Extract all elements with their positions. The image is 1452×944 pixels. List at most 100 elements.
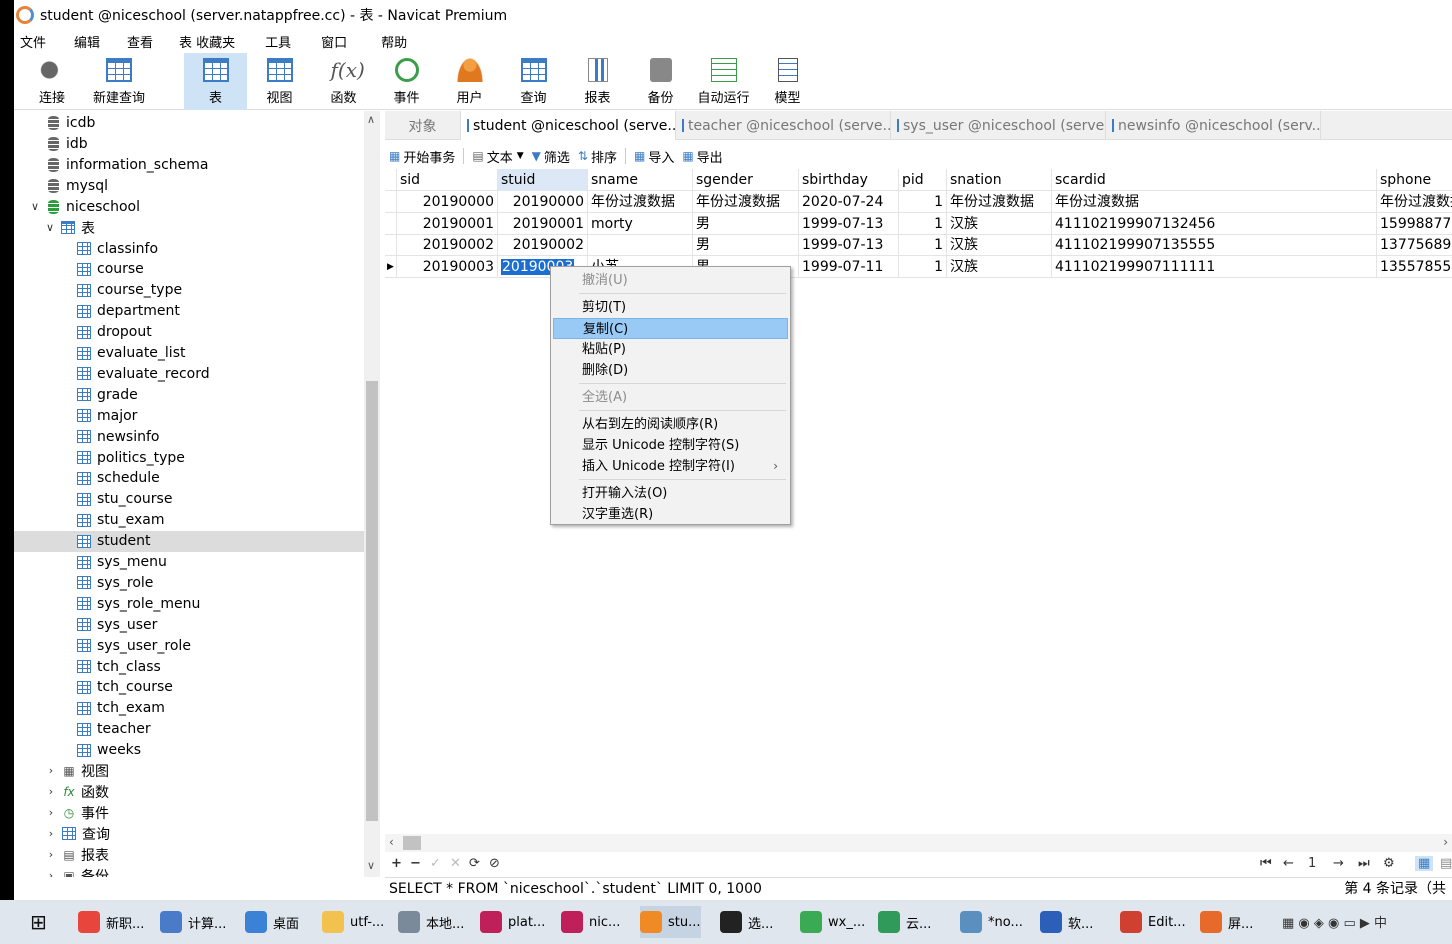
nav-table-sys-user-role[interactable]: sys_user_role [14, 635, 364, 656]
nav-db-information-schema[interactable]: information_schema [14, 154, 364, 175]
cell-sname[interactable] [588, 234, 693, 257]
cell-scardid[interactable]: 411102199907132456 [1052, 212, 1377, 235]
menu-edit[interactable]: 编辑 [70, 32, 100, 51]
begin-transaction-button[interactable]: ▦ 开始事务 [389, 147, 455, 166]
cell-sid[interactable]: 20190002 [397, 234, 498, 257]
cell-snation[interactable]: 汉族 [947, 256, 1052, 279]
view-button[interactable]: 视图 [248, 53, 311, 110]
taskbar-app-3[interactable]: utf-... [322, 906, 384, 938]
column-header-sgender[interactable]: sgender [693, 169, 799, 191]
menu-copy[interactable]: 复制(C) [553, 318, 788, 339]
cell-snation[interactable]: 汉族 [947, 234, 1052, 257]
taskbar-app-11[interactable]: *no... [960, 906, 1023, 938]
cell-sgender[interactable]: 男 [693, 212, 799, 235]
text-button[interactable]: ▤ 文本 ▼ [472, 147, 523, 166]
chevron-right-icon[interactable]: › [44, 869, 58, 877]
menu-file[interactable]: 文件 [16, 32, 46, 51]
table-button[interactable]: 表 [184, 53, 247, 110]
event-button[interactable]: 事件 [375, 53, 438, 110]
next-page-icon[interactable]: → [1333, 856, 1344, 871]
nav-table-evaluate-record[interactable]: evaluate_record [14, 363, 364, 384]
cell-sphone[interactable]: 1355785544 [1377, 256, 1452, 278]
table-row[interactable]: ▶2019000320190003小苏男1999-07-111汉族4111021… [385, 256, 1452, 279]
menu-tools[interactable]: 工具 [261, 32, 291, 51]
menu-select-all[interactable]: 全选(A) [553, 387, 788, 408]
nav-table-schedule[interactable]: schedule [14, 468, 364, 489]
model-button[interactable]: 模型 [756, 53, 819, 110]
table-row[interactable]: 20190000 20190000 年份过渡数据 年份过渡数据 2020-07-24 1 年… [385, 191, 1452, 213]
import-button[interactable]: ▦ 导入 [634, 147, 674, 166]
nav-table-course[interactable]: course [14, 259, 364, 280]
nav-table-student[interactable]: student [14, 530, 364, 552]
tray-icons[interactable]: ▦ ◉ ◈ ◉ ▭ ▶ 中 [1282, 912, 1387, 931]
sort-button[interactable]: ⇅ 排序 [578, 147, 617, 166]
nav-table-department[interactable]: department [14, 301, 364, 322]
menu-show-unicode[interactable]: 显示 Unicode 控制字符(S) [553, 435, 788, 456]
nav-group-backups[interactable]: › ▣ 备份 [14, 865, 364, 878]
taskbar-app-8[interactable]: 选... [720, 906, 773, 938]
nav-table-tch-course[interactable]: tch_course [14, 677, 364, 698]
taskbar-app-12[interactable]: 软... [1040, 906, 1093, 938]
menu-insert-unicode[interactable]: 插入 Unicode 控制字符(I) › [553, 456, 788, 477]
menu-help[interactable]: 帮助 [377, 32, 407, 51]
nav-table-politics-type[interactable]: politics_type [14, 447, 364, 468]
delete-record-icon[interactable]: − [410, 856, 421, 871]
tab-newsinfo[interactable]: newsinfo @niceschool (serv... [1106, 111, 1321, 140]
taskbar-app-7[interactable]: stu... [640, 906, 701, 938]
nav-scrollbar[interactable]: ∧ ∨ [364, 111, 380, 877]
nav-group-functions[interactable]: › fx 函数 [14, 781, 364, 802]
chevron-right-icon[interactable]: › [44, 806, 58, 819]
nav-db-niceschool[interactable]: ∨ niceschool [14, 196, 364, 217]
chevron-down-icon[interactable]: ∨ [28, 200, 42, 213]
nav-db-icdb[interactable]: icdb [14, 112, 364, 133]
prev-page-icon[interactable]: ← [1283, 856, 1294, 871]
cell-sphone[interactable]: 年份过渡数据 [1377, 191, 1452, 213]
cell-scardid[interactable]: 年份过渡数据 [1052, 191, 1377, 213]
cell-sbirthday[interactable]: 2020-07-24 [799, 191, 899, 213]
refresh-icon[interactable]: ⟳ [469, 856, 480, 871]
chevron-right-icon[interactable]: › [44, 785, 58, 798]
chevron-down-icon[interactable]: ∨ [367, 859, 375, 872]
stop-icon[interactable]: ⊘ [489, 856, 500, 871]
hscroll-thumb[interactable] [403, 836, 421, 850]
nav-table-classinfo[interactable]: classinfo [14, 238, 364, 259]
discard-icon[interactable]: ✕ [450, 856, 461, 871]
new-query-button[interactable]: 新建查询 [90, 53, 148, 110]
column-header-snation[interactable]: snation [947, 169, 1052, 191]
chevron-right-icon[interactable]: › [44, 827, 58, 840]
cell-scardid[interactable]: 411102199907111111 [1052, 256, 1377, 279]
column-header-sname[interactable]: sname [588, 169, 693, 191]
query-button[interactable]: 查询 [502, 53, 565, 110]
column-header-pid[interactable]: pid [899, 169, 947, 191]
start-icon[interactable]: ⊞ [30, 906, 52, 938]
form-view-icon[interactable]: ▤ [1440, 856, 1452, 871]
table-row[interactable]: 20190002 20190002 男 1999-07-13 1 汉族 4111021999… [385, 234, 1452, 257]
menu-reconvert[interactable]: 汉字重选(R) [553, 504, 788, 525]
column-header-scardid[interactable]: scardid [1052, 169, 1377, 191]
grid-view-icon[interactable]: ▦ [1415, 856, 1434, 871]
cell-pid[interactable]: 1 [899, 256, 947, 279]
nav-table-newsinfo[interactable]: newsinfo [14, 426, 364, 447]
taskbar-app-1[interactable]: 计算... [160, 906, 226, 938]
cell-pid[interactable]: 1 [899, 212, 947, 235]
cell-sid[interactable]: 20190001 [397, 212, 498, 235]
page-number[interactable]: 1 [1308, 856, 1316, 871]
column-header-sbirthday[interactable]: sbirthday [799, 169, 899, 191]
taskbar-app-6[interactable]: nic... [561, 906, 620, 938]
column-header-stuid[interactable]: stuid [498, 169, 588, 191]
nav-table-sys-role[interactable]: sys_role [14, 572, 364, 593]
cell-sname[interactable]: 年份过渡数据 [588, 191, 693, 213]
cell-snation[interactable]: 年份过渡数据 [947, 191, 1052, 213]
horizontal-scrollbar[interactable]: ‹ › [385, 834, 1452, 852]
nav-table-weeks[interactable]: weeks [14, 740, 364, 761]
tab-objects[interactable]: 对象 [385, 111, 461, 140]
nav-table-stu-exam[interactable]: stu_exam [14, 510, 364, 531]
menu-favorites[interactable]: 收藏夹 [192, 32, 235, 51]
nav-table-sys-user[interactable]: sys_user [14, 614, 364, 635]
column-header-sid[interactable]: sid [397, 169, 498, 191]
report-button[interactable]: 报表 [566, 53, 629, 110]
menu-undo[interactable]: 撤消(U) [553, 270, 788, 291]
menu-table[interactable]: 表 [175, 32, 192, 51]
apply-icon[interactable]: ✓ [430, 856, 441, 871]
nav-table-grade[interactable]: grade [14, 384, 364, 405]
